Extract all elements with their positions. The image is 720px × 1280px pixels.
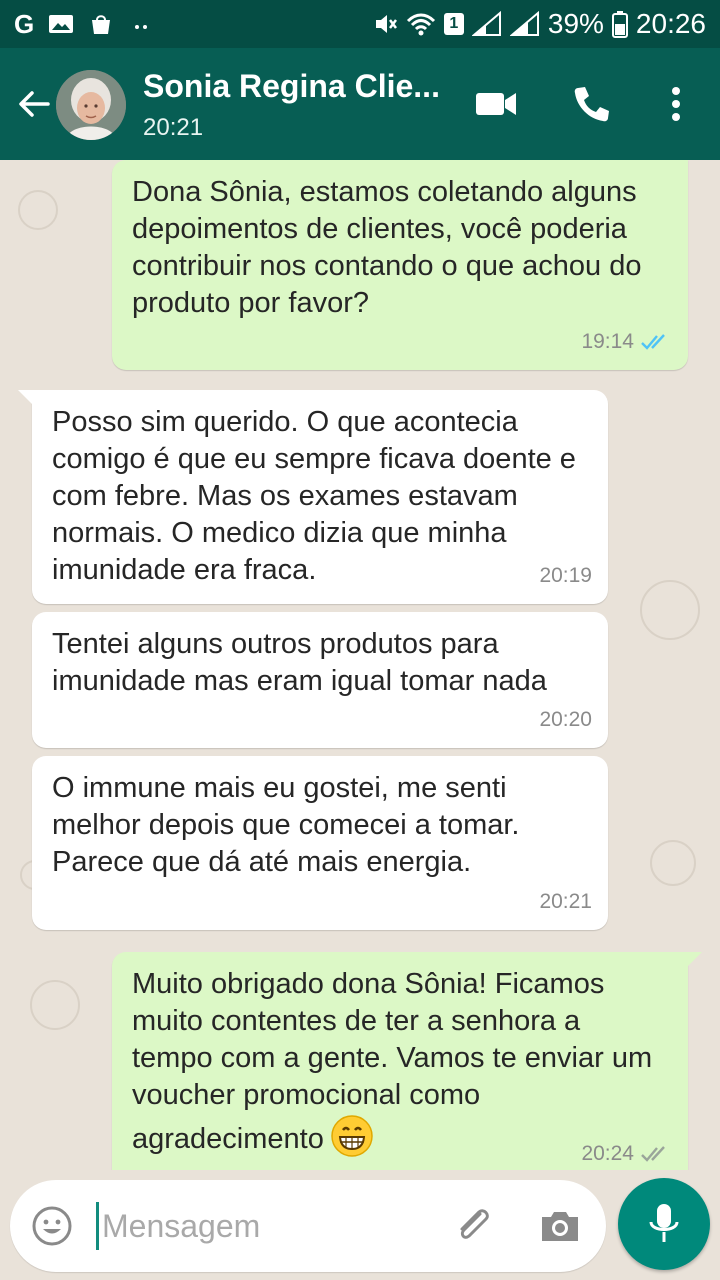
chat-header: Sonia Regina Clie... 20:21: [0, 48, 720, 160]
bubble-tail: [684, 952, 702, 970]
message-text: Posso sim querido. O que acontecia comig…: [52, 406, 576, 586]
outgoing-message[interactable]: Dona Sônia, estamos coletando alguns dep…: [112, 160, 688, 370]
message-time: 20:24: [581, 1142, 634, 1165]
status-bar: G 1 39% 20:26: [0, 0, 720, 48]
emoji-picker-icon[interactable]: [30, 1204, 74, 1248]
battery-icon: [611, 11, 628, 38]
read-ticks-icon: [641, 333, 665, 350]
message-text: O immune mais eu gostei, me senti melhor…: [52, 772, 520, 878]
message-time: 20:21: [539, 890, 592, 913]
more-notifications-icon: [135, 25, 148, 29]
avatar[interactable]: [56, 70, 126, 140]
wallpaper-doodle: [18, 190, 58, 230]
message-meta: 20:19: [539, 557, 592, 594]
message-meta: 20:24: [581, 1135, 672, 1170]
wifi-icon: [406, 13, 435, 36]
signal-icon-2: [509, 11, 539, 36]
gallery-icon: [49, 15, 74, 33]
contact-name[interactable]: Sonia Regina Clie...: [143, 68, 453, 105]
battery-percent: 39%: [547, 8, 604, 39]
message-meta: 19:14: [581, 323, 672, 360]
delivered-ticks-icon: [641, 1145, 665, 1162]
message-composer: [10, 1180, 606, 1272]
back-arrow-icon[interactable]: [14, 84, 54, 124]
incoming-message[interactable]: Tentei alguns outros produtos para imuni…: [32, 612, 608, 748]
message-text: Dona Sônia, estamos coletando alguns dep…: [132, 176, 642, 319]
overflow-menu-icon[interactable]: [654, 82, 698, 126]
message-meta: 20:21: [539, 883, 592, 920]
video-call-icon[interactable]: [474, 82, 518, 126]
bubble-tail: [18, 390, 36, 408]
text-cursor: [96, 1202, 99, 1250]
contact-photo: [56, 70, 126, 140]
voice-record-button[interactable]: [618, 1178, 710, 1270]
grinning-face-emoji: [331, 1115, 373, 1157]
message-time: 19:14: [581, 330, 634, 353]
incoming-message[interactable]: Posso sim querido. O que acontecia comig…: [18, 390, 608, 604]
camera-icon[interactable]: [538, 1204, 582, 1248]
wallpaper-doodle: [650, 840, 696, 886]
message-text: Tentei alguns outros produtos para imuni…: [52, 628, 547, 697]
clock: 20:26: [635, 8, 706, 39]
microphone-icon: [649, 1204, 679, 1242]
message-time: 20:20: [539, 708, 592, 731]
incoming-message[interactable]: O immune mais eu gostei, me senti melhor…: [32, 756, 608, 930]
message-time: 20:19: [539, 564, 592, 587]
phone-icon[interactable]: [570, 82, 614, 126]
message-text-content: Muito obrigado dona Sônia! Ficamos muito…: [132, 968, 653, 1155]
last-seen-time: 20:21: [143, 114, 204, 141]
mute-icon: [375, 15, 397, 33]
google-icon: G: [14, 8, 35, 39]
composer-bar: [0, 1170, 720, 1280]
signal-icon-1: [471, 11, 501, 36]
message-list[interactable]: Dona Sônia, estamos coletando alguns dep…: [0, 160, 720, 1170]
message-meta: 20:20: [539, 701, 592, 738]
wallpaper-doodle: [30, 980, 80, 1030]
sim-slot-badge: 1: [443, 13, 464, 35]
message-input[interactable]: [102, 1204, 422, 1248]
outgoing-message[interactable]: Muito obrigado dona Sônia! Ficamos muito…: [112, 952, 702, 1170]
message-text: Muito obrigado dona Sônia! Ficamos muito…: [132, 966, 668, 1158]
shopping-bag-icon: [92, 15, 111, 34]
wallpaper-doodle: [640, 580, 700, 640]
attachment-icon[interactable]: [450, 1202, 496, 1248]
